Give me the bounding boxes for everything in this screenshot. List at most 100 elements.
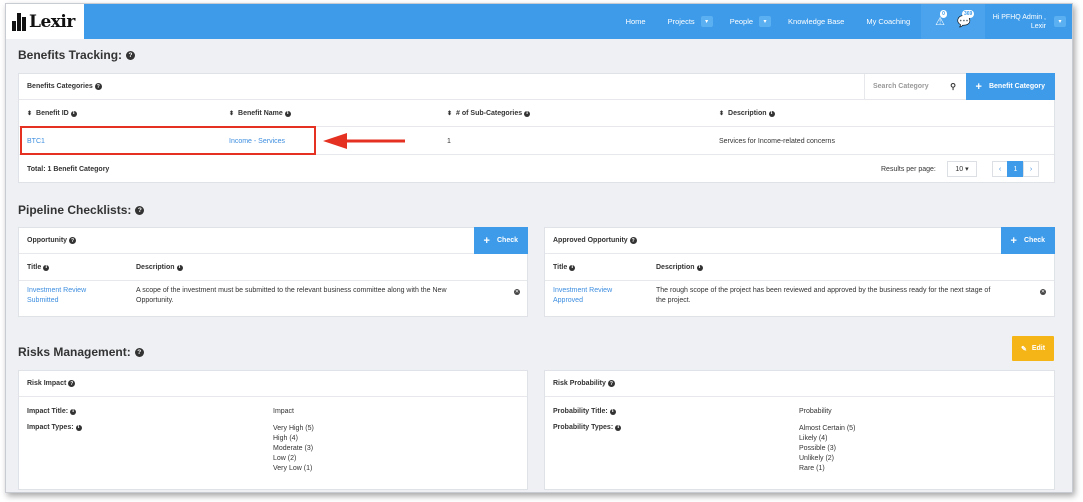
risks-section-title: Risks Management:? — [18, 345, 144, 359]
benefits-panel-header: Benefits Categories? Search Category ⚲ +… — [19, 73, 1055, 100]
logo[interactable]: Lexir — [6, 4, 84, 39]
approved-opportunity-panel: Approved Opportunity? + Check Title i Desc… — [544, 227, 1055, 317]
benefits-section-title: Benefits Tracking:? — [18, 48, 136, 62]
help-icon[interactable]: ? — [94, 83, 102, 90]
col-benefit-name[interactable]: ⬍ Benefit Name i — [229, 110, 291, 117]
risk-probability-panel: Risk Probability? Probability Title: i Pr… — [544, 370, 1055, 490]
col-description[interactable]: ⬍ Description i — [719, 110, 775, 117]
checklist-title-link[interactable]: Investment Review Submitted — [27, 286, 86, 306]
info-icon: i — [524, 110, 531, 117]
projects-dropdown-caret[interactable]: ▾ — [700, 16, 713, 27]
prev-page-button[interactable]: ‹ — [992, 161, 1008, 177]
info-icon: i — [696, 264, 703, 271]
results-per-page-label: Results per page: — [881, 166, 936, 173]
help-icon[interactable]: ? — [126, 50, 136, 60]
messages-badge: 369 — [962, 10, 975, 18]
remove-icon[interactable]: ✕ — [514, 289, 520, 295]
pencil-icon: ✎ — [1020, 345, 1027, 353]
risk-impact-header: Risk Impact? — [19, 371, 527, 397]
logo-buildings-icon — [12, 12, 27, 31]
app-window: Lexir Home Projects ▾ People ▾ Knowledge… — [5, 3, 1073, 493]
col-description: Description i — [656, 264, 703, 271]
nav-people[interactable]: People — [730, 17, 753, 26]
risk-impact-panel: Risk Impact? Impact Title: i Impact Impac… — [18, 370, 528, 490]
impact-title-value: Impact — [273, 408, 295, 415]
approved-check-button[interactable]: + Check — [1000, 227, 1055, 254]
alert-icon[interactable]: ⚠ 0 — [935, 10, 947, 28]
alerts-badge: 0 — [940, 10, 947, 18]
list-item: Possible (3) — [799, 445, 836, 452]
list-item: Low (2) — [273, 455, 297, 462]
help-icon[interactable]: ? — [135, 205, 145, 215]
list-item: High (4) — [273, 435, 298, 442]
approved-panel-header: Approved Opportunity? + Check — [545, 227, 1055, 254]
help-icon[interactable]: ? — [69, 237, 77, 244]
plus-icon: + — [975, 80, 982, 93]
chat-icon[interactable]: 💬 369 — [957, 10, 975, 28]
list-item: Very High (5) — [273, 425, 314, 432]
approved-table-header: Title i Description i — [545, 255, 1054, 281]
checklist-description: The rough scope of the project has been … — [656, 287, 991, 304]
probability-types-label: Probability Types: i — [553, 424, 622, 431]
checklist-description: A scope of the investment must be submit… — [136, 287, 447, 304]
help-icon[interactable]: ? — [68, 380, 76, 387]
user-org: Lexir — [1030, 22, 1046, 30]
info-icon: i — [70, 110, 77, 117]
col-benefit-id[interactable]: ⬍ Benefit ID i — [27, 110, 77, 117]
nav-my-coaching[interactable]: My Coaching — [866, 17, 910, 26]
next-page-button[interactable]: › — [1023, 161, 1039, 177]
impact-title-label: Impact Title: i — [27, 408, 77, 415]
benefits-table-header: ⬍ Benefit ID i ⬍ Benefit Name i ⬍ # of Sub-Ca… — [19, 101, 1054, 127]
info-icon: i — [75, 424, 82, 431]
plus-icon: + — [1010, 234, 1017, 247]
annotation-arrow-icon — [323, 133, 405, 149]
list-item: Very Low (1) — [273, 465, 313, 472]
edit-button[interactable]: ✎ Edit — [1012, 336, 1054, 361]
list-item: Almost Certain (5) — [799, 425, 856, 432]
info-icon: i — [43, 264, 50, 271]
sort-icon: ⬍ — [229, 111, 235, 117]
highlight-box — [20, 126, 316, 155]
opportunity-table-header: Title i Description i — [19, 255, 527, 281]
help-icon[interactable]: ? — [607, 380, 615, 387]
per-page-select[interactable]: 10 ▾ — [947, 161, 977, 177]
table-row: Investment Review Approved The rough sco… — [545, 286, 1054, 312]
user-dropdown-caret[interactable]: ▾ — [1054, 16, 1066, 27]
col-sub-categories[interactable]: ⬍ # of Sub-Categories i — [447, 110, 531, 117]
list-item: Moderate (3) — [273, 445, 314, 452]
opportunity-panel: Opportunity? + Check Title i Description i … — [18, 227, 528, 317]
logo-text: Lexir — [29, 11, 75, 32]
search-icon[interactable]: ⚲ — [950, 82, 956, 91]
nav-home[interactable]: Home — [626, 17, 646, 26]
list-item: Rare (1) — [799, 465, 825, 472]
user-menu[interactable]: Hi PFHQ Admin , Lexir ▾ — [985, 4, 1072, 39]
col-title: Title i — [27, 264, 50, 271]
probability-types-list: Almost Certain (5) Likely (4) Possible (… — [799, 424, 855, 474]
info-icon: i — [284, 110, 291, 117]
benefits-table-footer: Total: 1 Benefit Category Results per pa… — [19, 156, 1054, 183]
nav-knowledge-base[interactable]: Knowledge Base — [788, 17, 844, 26]
info-icon: i — [70, 408, 77, 415]
search-category-input[interactable]: Search Category ⚲ — [864, 74, 962, 99]
list-item: Unlikely (2) — [799, 455, 835, 462]
info-icon: i — [768, 110, 775, 117]
col-description: Description i — [136, 264, 183, 271]
nav-projects[interactable]: Projects — [668, 17, 695, 26]
info-icon: i — [176, 264, 183, 271]
info-icon: i — [615, 424, 622, 431]
benefit-description: Services for Income-related concerns — [719, 137, 835, 145]
probability-title-value: Probability — [799, 408, 832, 415]
add-benefit-category-button[interactable]: + Benefit Category — [965, 73, 1055, 100]
user-greeting: Hi PFHQ Admin , — [992, 13, 1046, 21]
sub-category-count: 1 — [447, 137, 451, 145]
remove-icon[interactable]: ✕ — [1040, 289, 1046, 295]
help-icon[interactable]: ? — [134, 347, 144, 357]
info-icon: i — [569, 264, 576, 271]
people-dropdown-caret[interactable]: ▾ — [759, 16, 772, 27]
sort-icon: ⬍ — [27, 111, 33, 117]
page-1-button[interactable]: 1 — [1007, 161, 1024, 177]
help-icon[interactable]: ? — [629, 237, 637, 244]
opportunity-check-button[interactable]: + Check — [473, 227, 528, 254]
checklist-title-link[interactable]: Investment Review Approved — [553, 286, 612, 306]
table-row: Investment Review Submitted A scope of t… — [19, 286, 527, 312]
